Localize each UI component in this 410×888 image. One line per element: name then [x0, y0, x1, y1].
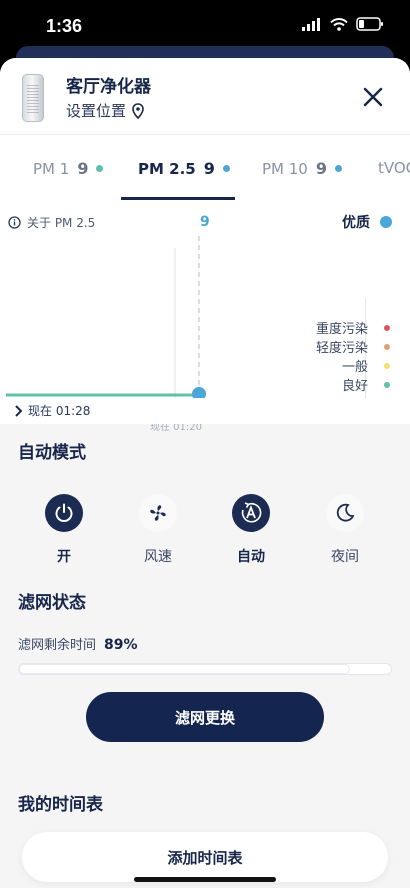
- auto-label: 自动: [237, 549, 265, 565]
- night-circle: [326, 494, 364, 532]
- auto-button[interactable]: 自动: [216, 494, 286, 566]
- status-bar: 1:36: [0, 0, 410, 50]
- legend-item: 轻度污染: [316, 337, 390, 356]
- fan-speed-label: 风速: [144, 549, 172, 565]
- purifier-device-image: [22, 74, 44, 122]
- filter-progress-bar: [18, 663, 392, 675]
- active-tab-indicator: [121, 197, 235, 200]
- legend-item: 良好: [316, 375, 390, 394]
- home-indicator[interactable]: [134, 877, 276, 882]
- tab-label: tVOC: [378, 159, 410, 177]
- tab-value: 9: [203, 159, 215, 178]
- auto-mode-title: 自动模式: [18, 443, 86, 463]
- night-label: 夜间: [331, 549, 359, 565]
- set-location-label: 设置位置: [66, 102, 127, 120]
- legend-item: 重度污染: [316, 318, 390, 337]
- filter-remaining-percent: 89%: [104, 637, 138, 653]
- filter-progress-fill: [19, 664, 351, 674]
- wifi-icon: [330, 17, 348, 31]
- legend-label: 重度污染: [315, 322, 368, 337]
- schedule-title: 我的时间表: [18, 795, 103, 815]
- tab-label: PM 2.5: [138, 159, 196, 178]
- auto-circle: [232, 494, 270, 532]
- legend-label: 轻度污染: [315, 341, 368, 356]
- auto-a-icon: [241, 502, 262, 523]
- power-label: 开: [57, 549, 71, 565]
- quality-dot: [334, 165, 342, 172]
- set-location-link[interactable]: 设置位置: [66, 100, 144, 121]
- pm25-chart: 关于 PM 2.5 9 优质 重度污染 轻度污染 一般 良好 现在 01:20: [0, 202, 410, 433]
- legend-dot: [384, 324, 390, 331]
- status-time: 1:36: [46, 16, 83, 36]
- replace-filter-button[interactable]: 滤网更换: [86, 692, 324, 742]
- tab-pm1[interactable]: PM 1 9: [33, 159, 104, 178]
- filter-remaining-row: 滤网剩余时间 89%: [18, 634, 138, 653]
- device-sheet: 客厅净化器 设置位置 PM 1 9 PM 2.5 9 PM 10 9 tVO 关…: [0, 58, 410, 888]
- filter-status-title: 滤网状态: [18, 593, 86, 613]
- tab-tvoc[interactable]: tVOC: [378, 159, 410, 177]
- filter-remaining-label: 滤网剩余时间: [18, 638, 97, 653]
- power-icon: [55, 503, 73, 522]
- legend-dot: [384, 381, 390, 388]
- status-icons: [302, 17, 384, 31]
- fan-circle: [139, 494, 177, 532]
- tab-label: PM 10: [262, 159, 308, 178]
- add-schedule-button[interactable]: 添加时间表: [22, 832, 388, 882]
- cellular-signal-icon: [302, 17, 320, 31]
- battery-icon: [356, 17, 383, 31]
- device-name: 客厅净化器: [66, 77, 151, 97]
- pollutant-tabs: PM 1 9 PM 2.5 9 PM 10 9 tVOC: [0, 134, 410, 202]
- quality-dot: [96, 165, 104, 172]
- device-header: 客厅净化器 设置位置: [0, 58, 410, 134]
- quality-dot: [222, 165, 230, 172]
- chevron-right-icon: [15, 404, 22, 417]
- fan-icon: [150, 505, 166, 521]
- legend-item: 一般: [316, 356, 390, 375]
- location-pin-icon: [132, 102, 144, 119]
- now-time-bar[interactable]: 现在 01:28: [0, 398, 410, 424]
- moon-icon: [336, 503, 355, 522]
- now-time-label: 现在 01:28: [28, 404, 91, 418]
- tab-value: 9: [77, 159, 89, 178]
- legend-label: 良好: [341, 379, 368, 394]
- legend-dot: [384, 343, 390, 350]
- legend-label: 一般: [341, 360, 368, 375]
- tab-value: 9: [315, 159, 327, 178]
- power-button[interactable]: 开: [29, 494, 99, 566]
- tab-label: PM 1: [33, 159, 70, 178]
- close-icon[interactable]: [362, 86, 384, 108]
- night-button[interactable]: 夜间: [310, 494, 380, 566]
- tab-pm10[interactable]: PM 10 9: [262, 159, 342, 178]
- tab-pm25[interactable]: PM 2.5 9: [138, 159, 230, 178]
- fan-speed-button[interactable]: 风速: [123, 494, 193, 566]
- power-circle: [45, 494, 83, 532]
- now-time-row: 现在 01:28: [14, 402, 90, 419]
- legend-dot: [384, 362, 390, 369]
